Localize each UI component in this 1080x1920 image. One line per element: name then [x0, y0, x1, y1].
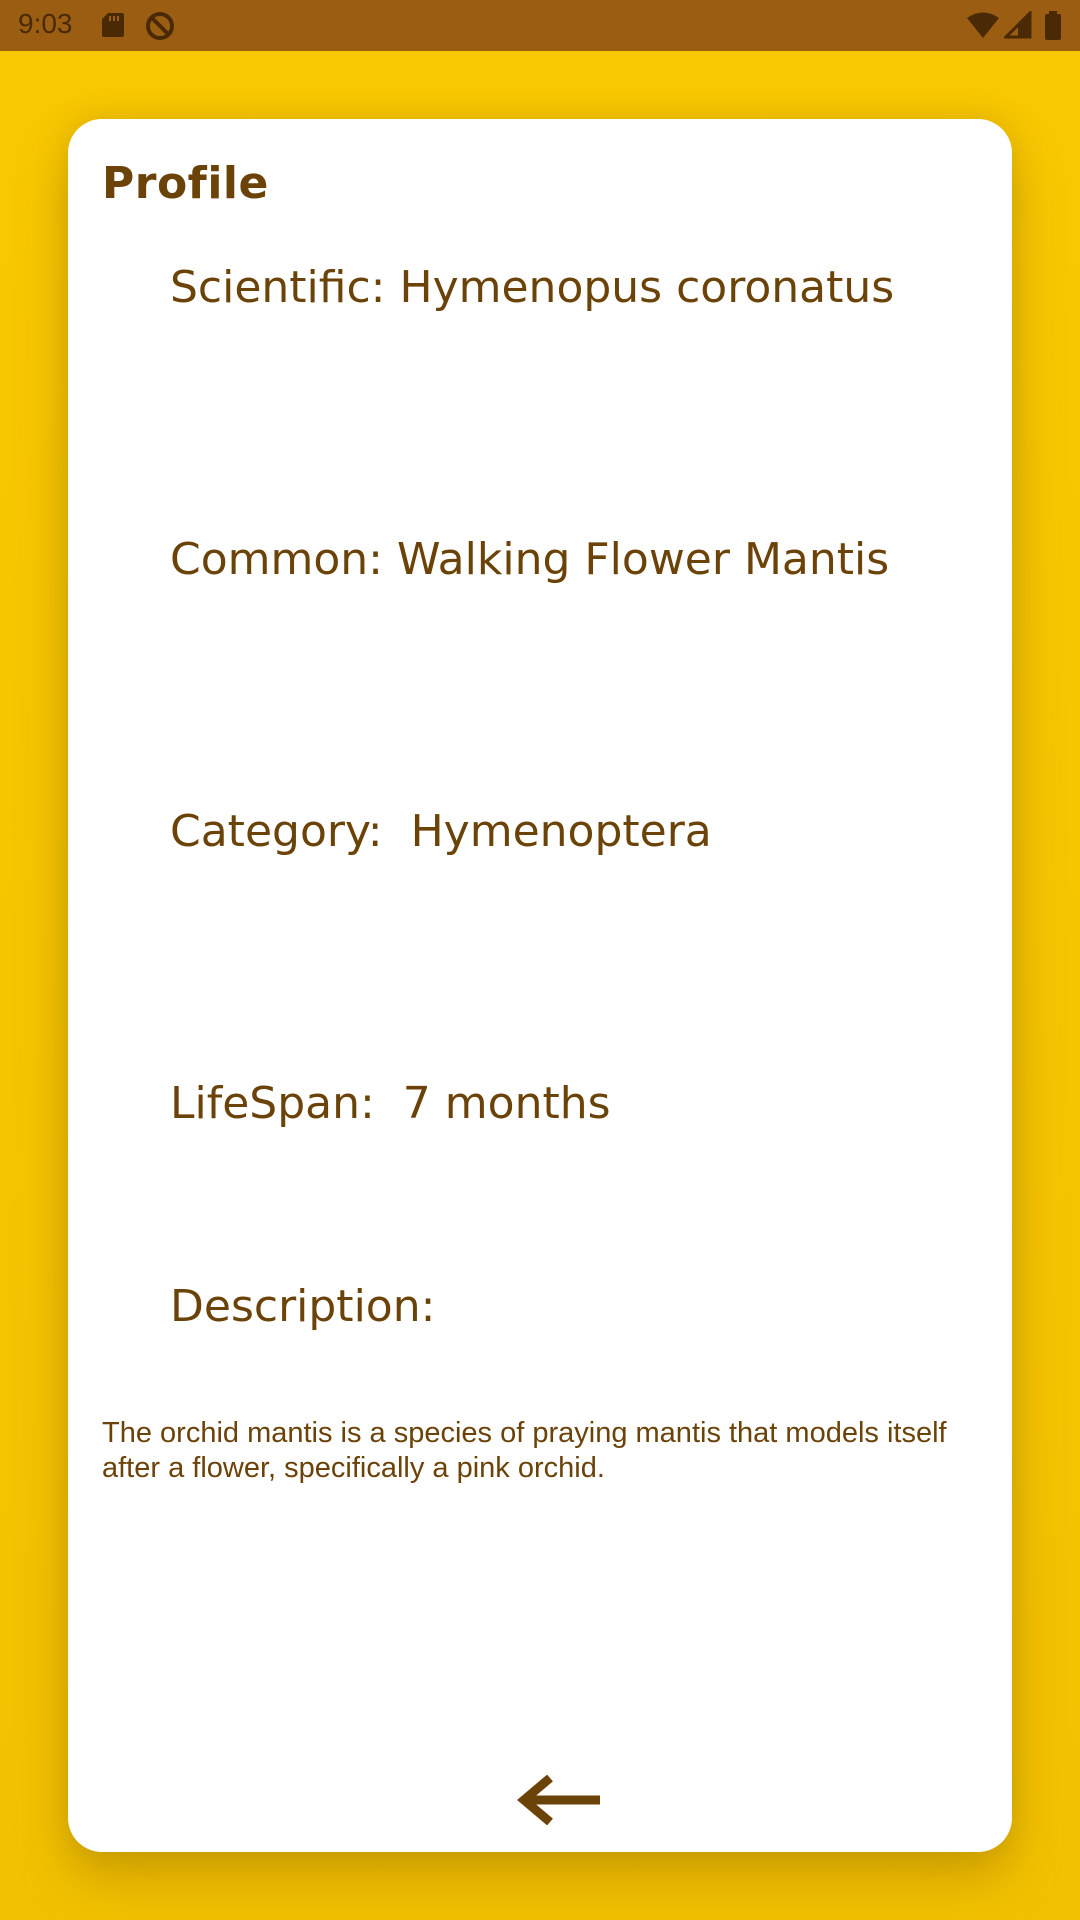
signal-icon — [1002, 9, 1032, 43]
description-label: Description: — [170, 1281, 436, 1332]
back-button[interactable] — [516, 1772, 606, 1828]
common-name: Common: Walking Flower Mantis — [170, 534, 890, 585]
category: Category: Hymenoptera — [170, 806, 712, 857]
wifi-icon — [966, 11, 1000, 43]
status-bar: 9:03 — [0, 0, 1080, 51]
description-text: The orchid mantis is a species of prayin… — [102, 1417, 947, 1484]
do-not-disturb-icon — [144, 11, 176, 45]
arrow-left-icon — [517, 1774, 600, 1826]
page-title: Profile — [102, 158, 269, 209]
sd-card-icon — [100, 11, 126, 43]
lifespan: LifeSpan: 7 months — [170, 1078, 611, 1129]
profile-card — [68, 119, 1012, 1852]
scientific-name: Scientific: Hymenopus coronatus — [170, 262, 895, 313]
battery-icon — [1044, 11, 1062, 45]
status-time: 9:03 — [18, 8, 73, 39]
